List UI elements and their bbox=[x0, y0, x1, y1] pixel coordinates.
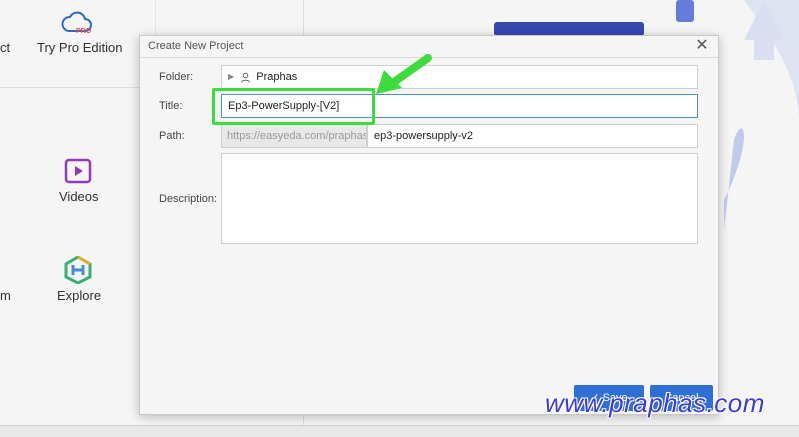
description-label: Description: bbox=[159, 193, 218, 205]
green-arrow-icon bbox=[376, 54, 432, 94]
folder-label: Folder: bbox=[159, 71, 194, 83]
watermark: www.praphas.com bbox=[545, 388, 765, 418]
title-label: Title: bbox=[159, 100, 183, 112]
dialog-title: Create New Project bbox=[148, 40, 244, 52]
user-icon bbox=[241, 72, 251, 83]
path-input[interactable]: ep3-powersupply-v2 bbox=[367, 124, 698, 148]
highlight-box bbox=[212, 88, 375, 125]
path-prefix: https://easyeda.com/praphas/ bbox=[221, 124, 367, 148]
close-icon[interactable]: ✕ bbox=[694, 38, 710, 54]
caret-right-icon: ▶ bbox=[228, 72, 235, 82]
description-textarea[interactable] bbox=[221, 153, 698, 244]
folder-value: Praphas bbox=[256, 71, 298, 83]
path-label: Path: bbox=[159, 130, 185, 142]
path-value: ep3-powersupply-v2 bbox=[374, 130, 474, 142]
folder-select[interactable]: ▶ Praphas bbox=[221, 65, 698, 89]
